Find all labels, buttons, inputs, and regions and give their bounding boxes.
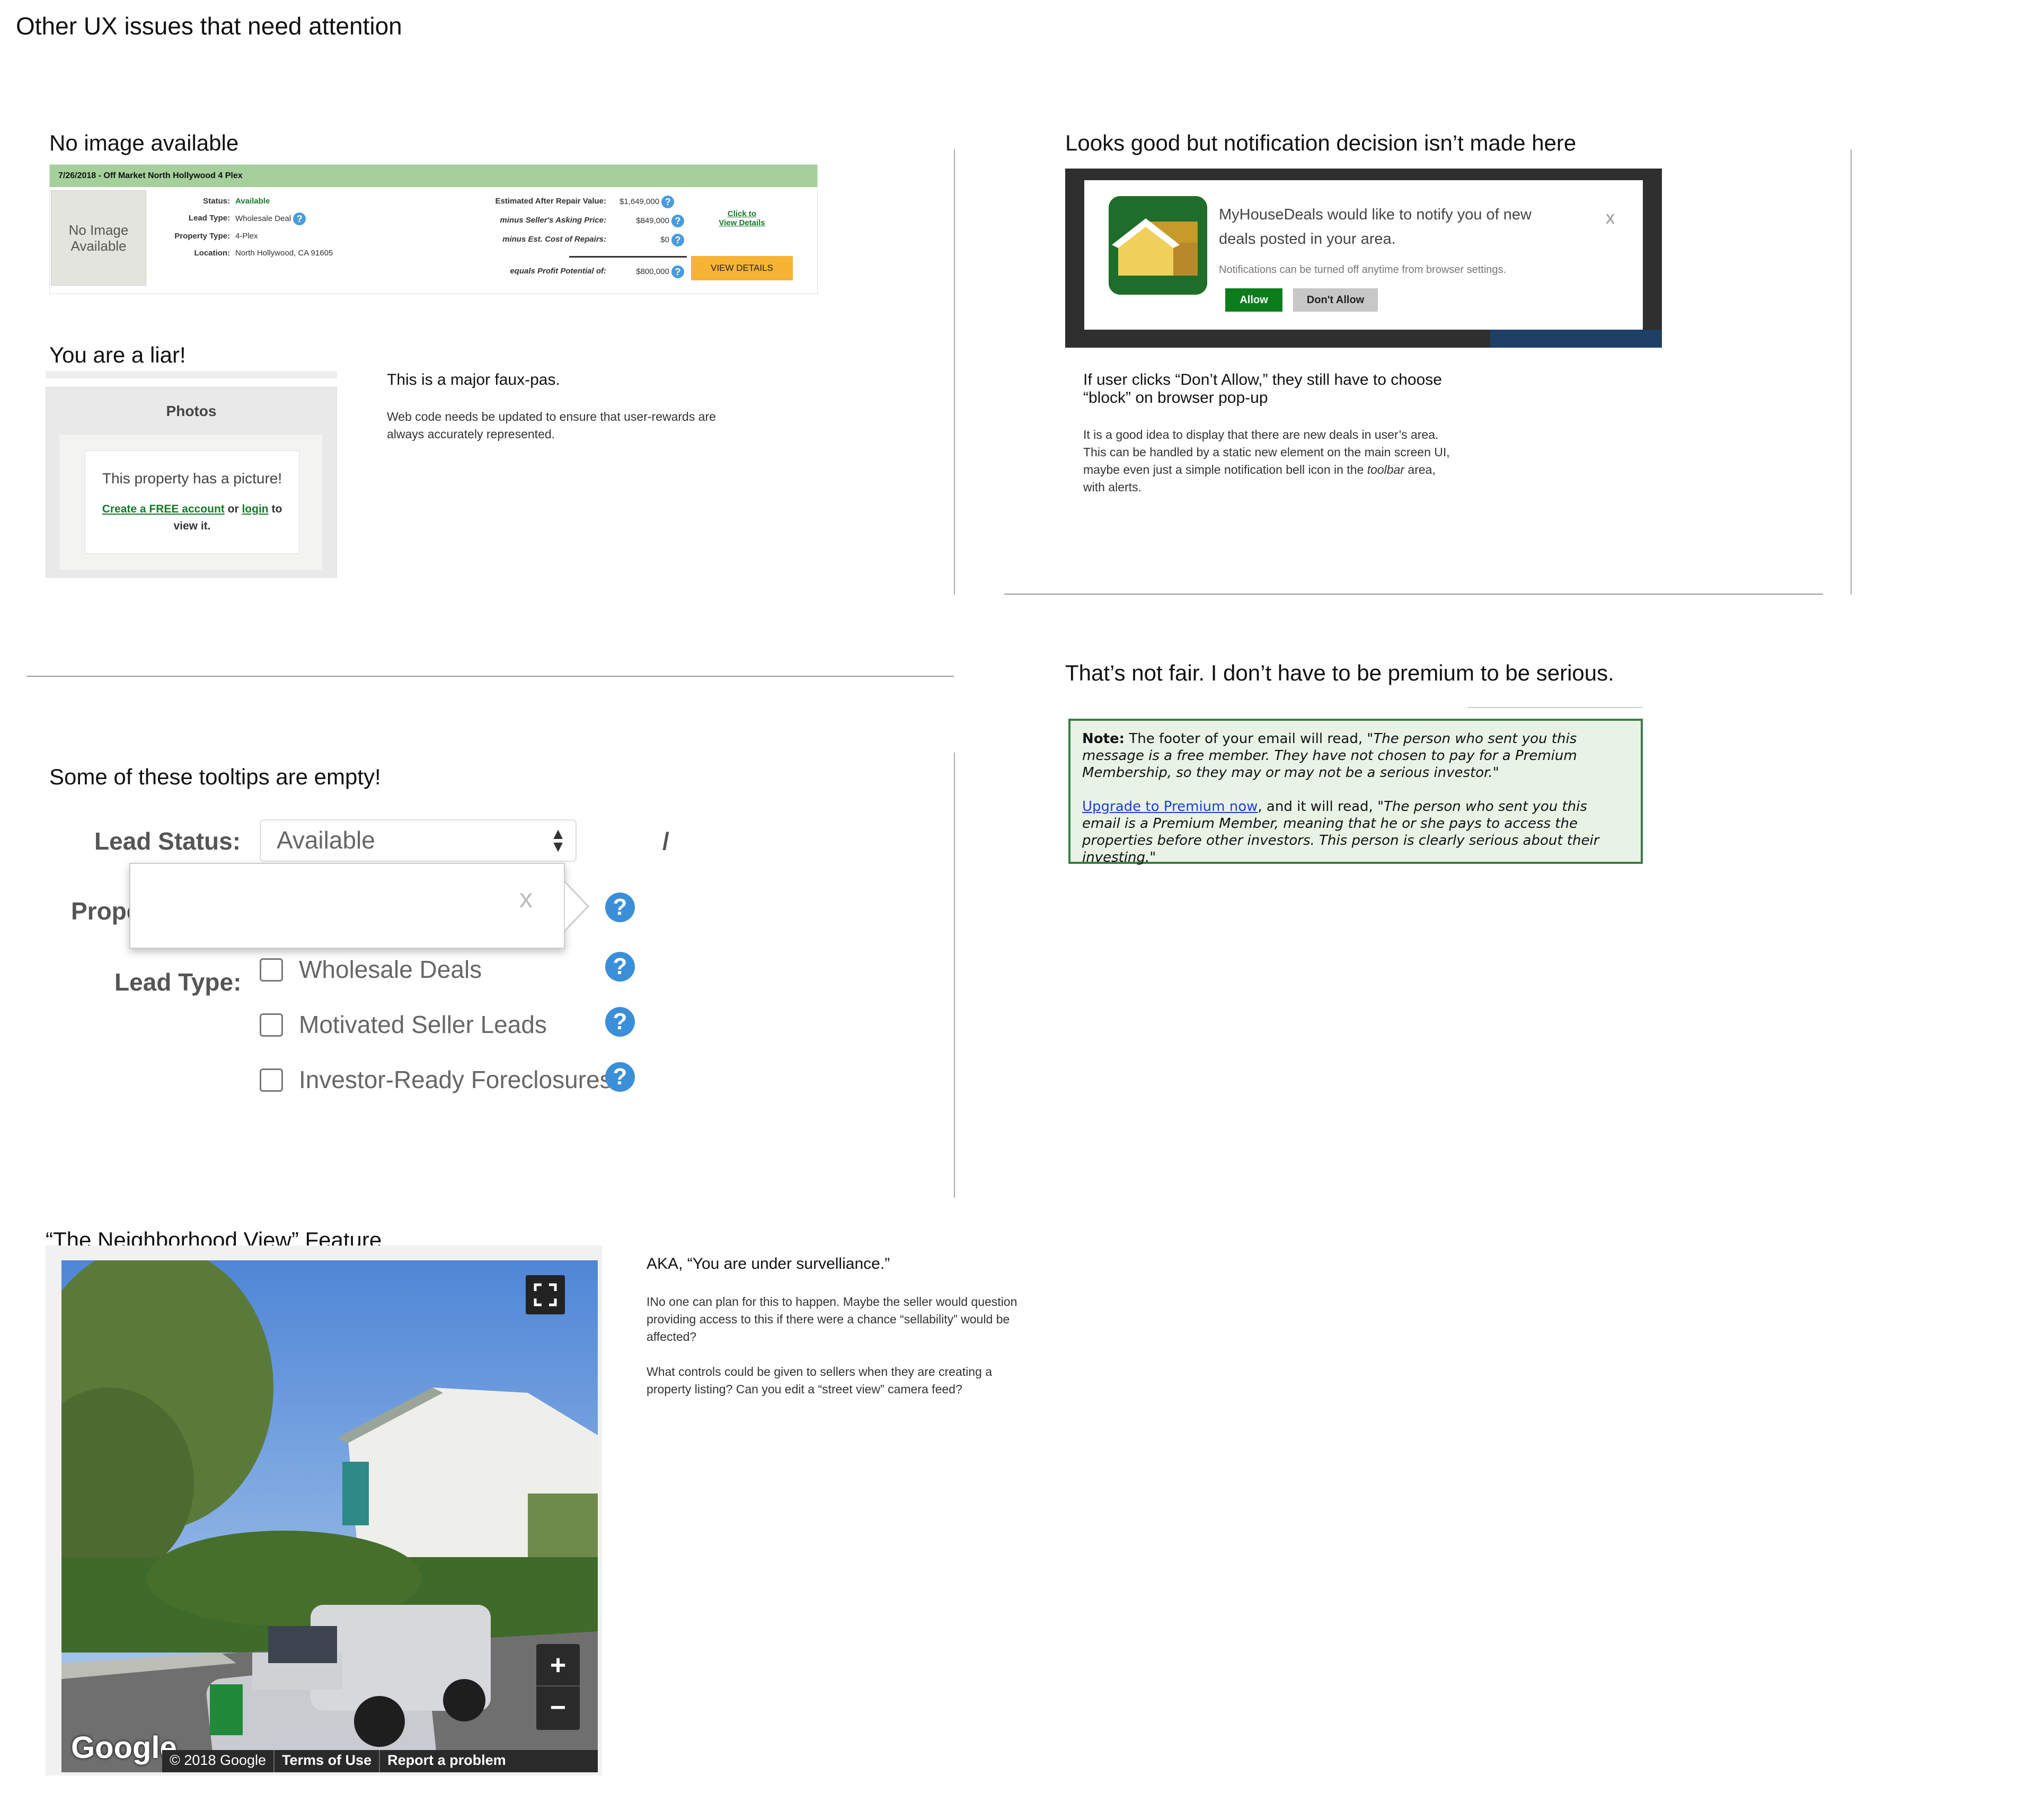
section-heading-notification: Looks good but notification decision isn… — [1065, 130, 1577, 155]
listing-title-bar: 7/26/2018 - Off Market North Hollywood 4… — [50, 165, 817, 187]
notification-note-heading: If user clicks “Don’t Allow,” they still… — [1083, 371, 1442, 407]
divider — [1004, 594, 1823, 595]
status-value: Available — [235, 197, 270, 206]
dont-allow-button[interactable]: Don't Allow — [1293, 288, 1378, 312]
divider — [26, 676, 954, 677]
lead-type-label: Lead Type: — [188, 214, 230, 223]
fullscreen-icon[interactable] — [526, 1275, 565, 1314]
create-account-link[interactable]: Create a FREE account — [102, 503, 225, 515]
divider — [1851, 149, 1852, 595]
help-icon[interactable]: ? — [671, 266, 684, 278]
divider — [1468, 707, 1643, 708]
help-icon[interactable]: ? — [671, 234, 684, 246]
tooltip-arrow — [564, 880, 590, 933]
street-view-image[interactable] — [61, 1260, 598, 1772]
wholesale-checkbox[interactable] — [260, 958, 283, 982]
photos-top-strip — [46, 371, 337, 378]
help-icon[interactable]: ? — [661, 196, 675, 208]
lead-type-value: Wholesale Deal ? — [235, 213, 306, 225]
zoom-out-button[interactable]: − — [536, 1686, 580, 1729]
report-problem-link[interactable]: Report a problem — [380, 1750, 514, 1772]
google-logo: Google — [71, 1730, 177, 1765]
calculate-payment-strip — [1490, 330, 1662, 348]
location-value: North Hollywood, CA 91605 — [235, 249, 333, 258]
allow-button[interactable]: Allow — [1225, 288, 1282, 312]
neighborhood-note-p1: INo one can plan for this to happen. May… — [647, 1295, 1017, 1344]
view-details-button[interactable]: VIEW DETAILS — [691, 256, 793, 280]
neighborhood-note-p2: What controls could be given to sellers … — [647, 1365, 993, 1396]
upgrade-premium-link[interactable]: Upgrade to Premium now — [1082, 799, 1258, 815]
picture-locked-box: This property has a picture! Create a FR… — [85, 450, 299, 554]
cropped-text-fragment: / — [662, 827, 669, 855]
divider — [954, 753, 955, 1198]
free-member-note: Note: The footer of your email will read… — [1082, 731, 1577, 781]
option-wholesale-label: Wholesale Deals — [299, 956, 482, 983]
repairs-label: minus Est. Cost of Repairs: — [502, 235, 606, 244]
map-attribution-bar: © 2018 Google Terms of Use Report a prob… — [162, 1750, 598, 1772]
email-footer-note: Note: The footer of your email will read… — [1068, 719, 1643, 865]
help-icon[interactable]: ? — [671, 215, 684, 227]
notification-subtext: Notifications can be turned off anytime … — [1219, 264, 1507, 276]
tooltip-close-icon[interactable]: x — [519, 883, 533, 914]
location-label: Location: — [194, 249, 231, 258]
section-heading-liar: You are a liar! — [49, 342, 186, 367]
zoom-in-button[interactable]: + — [536, 1644, 580, 1686]
foreclosures-checkbox[interactable] — [260, 1068, 283, 1092]
login-link[interactable]: login — [242, 503, 268, 515]
lead-type-label: Lead Type: — [114, 968, 242, 996]
status-label: Status: — [203, 197, 230, 206]
empty-tooltip — [129, 863, 565, 949]
help-icon[interactable]: ? — [605, 893, 635, 922]
property-type-label: Property Type: — [174, 232, 230, 241]
asking-label: minus Seller's Asking Price: — [500, 216, 606, 225]
profit-value: $800,000 ? — [620, 266, 684, 278]
zoom-control: + − — [536, 1644, 580, 1730]
terms-link[interactable]: Terms of Use — [275, 1750, 381, 1772]
notification-message: MyHouseDeals would like to notify you of… — [1219, 206, 1532, 248]
option-motivated-label: Motivated Seller Leads — [299, 1011, 547, 1038]
notification-note-body: It is a good idea to display that there … — [1083, 428, 1450, 494]
repairs-value: $0 ? — [620, 234, 684, 246]
section-heading-tooltips: Some of these tooltips are empty! — [49, 764, 381, 789]
copyright-text: © 2018 Google — [162, 1750, 275, 1772]
property-type-value: 4-Plex — [235, 232, 258, 241]
arv-label: Estimated After Repair Value: — [495, 197, 606, 206]
picture-message: This property has a picture! — [102, 470, 282, 487]
help-icon[interactable]: ? — [605, 1007, 635, 1037]
click-to-view-link[interactable]: Click to View Details — [691, 209, 793, 227]
profit-label: equals Profit Potential of: — [510, 267, 606, 276]
arv-value: $1,649,000 ? — [620, 196, 675, 208]
listing-card: 7/26/2018 - Off Market North Hollywood 4… — [49, 164, 818, 294]
lead-status-label: Lead Status: — [94, 827, 241, 855]
help-icon[interactable]: ? — [605, 1062, 635, 1092]
lead-status-select[interactable]: Available ▲ ▼ — [260, 819, 577, 862]
liar-note-heading: This is a major faux-pas. — [387, 371, 560, 388]
premium-member-note: Upgrade to Premium now, and it will read… — [1082, 799, 1599, 865]
liar-note-body: Web code needs be updated to ensure that… — [387, 410, 716, 441]
asking-value: $849,000 ? — [620, 215, 684, 227]
sum-line — [569, 256, 687, 258]
help-icon[interactable]: ? — [293, 213, 306, 225]
divider — [954, 149, 955, 595]
myhousedeals-logo-icon — [1109, 196, 1207, 295]
option-foreclosures-label: Investor-Ready Foreclosures — [299, 1066, 612, 1093]
close-icon[interactable]: x — [1606, 208, 1615, 228]
section-heading-no-image: No image available — [49, 130, 239, 155]
page-title: Other UX issues that need attention — [16, 12, 402, 40]
neighborhood-note-heading: AKA, “You are under survelliance.” — [647, 1255, 890, 1273]
section-heading-premium: That’s not fair. I don’t have to be prem… — [1065, 660, 1614, 685]
no-image-placeholder: No Image Available — [51, 190, 146, 286]
motivated-checkbox[interactable] — [260, 1013, 283, 1037]
select-arrows-icon: ▲ ▼ — [550, 825, 566, 855]
photos-title: Photos — [166, 403, 217, 419]
help-icon[interactable]: ? — [605, 952, 635, 982]
signup-prompt: Create a FREE account or login to view i… — [102, 503, 282, 532]
